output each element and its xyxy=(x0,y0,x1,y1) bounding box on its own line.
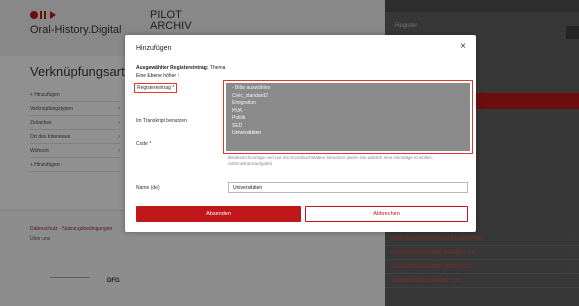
registereintrag-label: Registereintrag * xyxy=(134,83,178,93)
level-up-link[interactable]: Eine Ebene höher ↑ xyxy=(136,73,180,79)
select-option[interactable]: HVA xyxy=(232,108,464,116)
add-dialog: Hinzufügen × Ausgewählter Registereintra… xyxy=(125,35,476,232)
selected-entry: Ausgewählter Registereintrag: Thema xyxy=(136,65,225,71)
select-option[interactable]: - Bitte auswählen xyxy=(232,85,464,93)
select-option[interactable]: Emigration xyxy=(232,100,464,108)
selected-entry-value: Thema xyxy=(209,65,226,71)
code-label: Code * xyxy=(136,141,152,147)
cancel-button[interactable]: Abbrechen xyxy=(305,206,468,222)
name-label: Name (de) xyxy=(136,185,160,191)
transcript-label: Im Transkript benutzen xyxy=(136,118,187,124)
close-icon[interactable]: × xyxy=(460,41,466,52)
registereintrag-select-highlight: - Bitte auswählen Civic_standard2 Emigra… xyxy=(223,80,473,154)
name-input[interactable]: Universitäten xyxy=(228,182,468,193)
select-option[interactable]: SED xyxy=(232,123,464,131)
select-option[interactable]: Politik xyxy=(232,115,464,123)
code-help-text: Bindestrichvorlage und nur mit Grossbuch… xyxy=(228,155,433,166)
select-option[interactable]: Civic_standard2 xyxy=(232,93,464,101)
select-option[interactable]: Universitäten xyxy=(232,130,464,138)
registereintrag-select[interactable]: - Bitte auswählen Civic_standard2 Emigra… xyxy=(226,83,470,151)
selected-entry-label: Ausgewählter Registereintrag: xyxy=(136,65,209,71)
dialog-title: Hinzufügen xyxy=(136,45,172,52)
submit-button[interactable]: Absenden xyxy=(136,206,301,222)
